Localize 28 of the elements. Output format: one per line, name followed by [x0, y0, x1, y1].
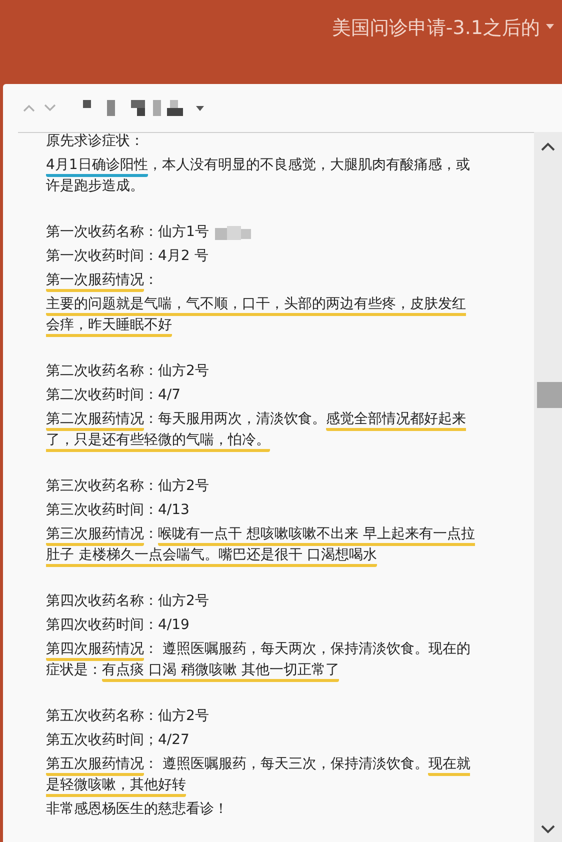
text-line: 主要的问题就是气喘，气不顺，口干，头部的两边有些疼，皮肤发红会痒，昨天睡眠不好 [46, 294, 478, 336]
text-line: 第一次收药时间：4月2 号 [46, 247, 208, 266]
scroll-up-icon[interactable] [541, 142, 555, 151]
text-line: 原先求诊症状： [46, 133, 144, 151]
text-line: 第五次收药时间；4/27 [46, 731, 190, 750]
window-title: 美国问诊申请-3.1之后的 [332, 16, 540, 41]
text-line: 非常感恩杨医生的慈悲看诊！ [46, 800, 228, 819]
text-line: 第一次收药名称：仙方1号 [46, 223, 209, 242]
text-line: 4月1日确诊阳性，本人没有明显的不良感觉，大腿肌肉有酸痛感，或许是跑步造成。 [46, 156, 471, 196]
dropdown-caret-icon[interactable] [546, 24, 554, 29]
text-line: 第一次服药情况： [46, 270, 158, 291]
text-line: 第三次收药名称：仙方2号 [46, 477, 209, 496]
text-line: 第二次收药名称：仙方2号 [46, 362, 209, 381]
text-line: 第二次服药情况：每天服用两次，清淡饮食。感觉全部情况都好起来了，只是还有些轻微的气喘，怕冷。 [46, 409, 478, 451]
chevron-down-icon[interactable] [44, 104, 56, 112]
dropdown-caret-icon[interactable] [196, 106, 204, 110]
scroll-thumb[interactable] [537, 382, 562, 408]
text-line: 第三次服药情况：喉咙有一点干 想咳嗽咳嗽不出来 早上起来有一点拉肚子 走楼梯久一点会喘气。嘴巴还是很干 口渴想喝水 [46, 524, 478, 566]
scroll-down-icon[interactable] [541, 825, 555, 834]
text-line: 第五次服药情况： 遵照医嘱服药，每天三次，保持清淡饮食。现在就是轻微咳嗽，其他好转 [46, 754, 478, 796]
chevron-up-icon[interactable] [23, 104, 35, 112]
text-line: 第五次收药名称：仙方2号 [46, 707, 209, 726]
text-line: 第四次收药时间：4/19 [46, 616, 190, 635]
text-line: 第二次收药时间：4/7 [46, 386, 181, 405]
text-line: 第四次收药名称：仙方2号 [46, 592, 209, 611]
scrollbar[interactable] [534, 132, 562, 842]
text-line: 第四次服药情况： 遵照医嘱服药，每天两次，保持清淡饮食。现在的症状是：有点痰 口渴 稍微咳嗽 其他一切正常了 [46, 639, 478, 681]
text-line: 第三次收药时间：4/13 [46, 501, 190, 520]
